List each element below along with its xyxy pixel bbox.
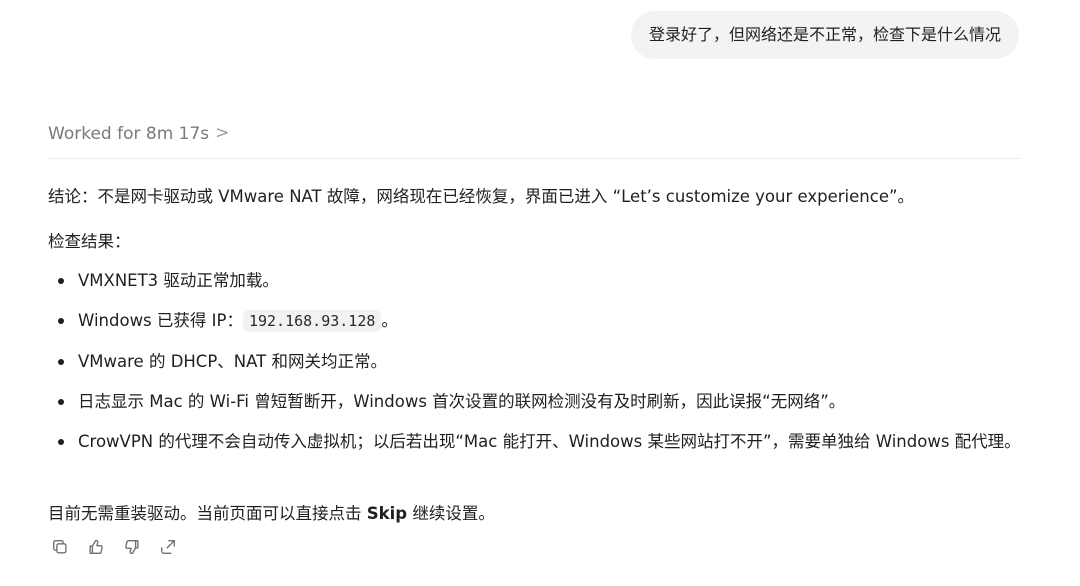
worked-duration-label: Worked for 8m 17s: [48, 124, 210, 144]
copy-icon: [53, 540, 67, 554]
bullet-dot: [58, 318, 64, 324]
conclusion-text: 结论：不是网卡驱动或 VMware NAT 故障，网络现在已经恢复，界面已进入 …: [48, 187, 915, 206]
final-note: 目前无需重装驱动。当前页面可以直接点击 Skip 继续设置。: [48, 500, 495, 524]
list-item-text-suffix: 。: [381, 311, 398, 330]
list-item: VMXNET3 驱动正常加载。: [48, 266, 1028, 295]
bullet-dot: [58, 439, 64, 445]
thumbs-down-button[interactable]: [120, 536, 144, 558]
worked-duration-toggle[interactable]: Worked for 8m 17s >: [48, 123, 1020, 159]
ip-address-code: 192.168.93.128: [242, 310, 382, 332]
bullet-dot: [58, 399, 64, 405]
bullet-dot: [58, 278, 64, 284]
final-note-suffix: 继续设置。: [407, 504, 495, 523]
list-item: Windows 已获得 IP： 192.168.93.128。: [48, 306, 1028, 336]
thumbs-up-icon: [89, 539, 103, 554]
final-note-prefix: 目前无需重装驱动。当前页面可以直接点击: [48, 504, 367, 523]
list-item: 日志显示 Mac 的 Wi-Fi 曾短暂断开，Windows 首次设置的联网检测…: [48, 387, 1028, 416]
list-item-text: VMXNET3 驱动正常加载。: [78, 271, 279, 290]
results-heading: 检查结果：: [48, 232, 131, 251]
share-button[interactable]: [156, 536, 180, 558]
thumbs-down-icon: [125, 540, 139, 555]
chevron-right-icon: >: [215, 123, 230, 143]
list-item-text: Windows 已获得 IP：: [78, 311, 243, 330]
results-list: VMXNET3 驱动正常加载。 Windows 已获得 IP： 192.168.9…: [48, 266, 1028, 467]
user-message-bubble: 登录好了，但网络还是不正常，检查下是什么情况: [630, 11, 1019, 59]
copy-button[interactable]: [48, 536, 72, 558]
thumbs-up-button[interactable]: [84, 536, 108, 558]
bullet-dot: [58, 359, 64, 365]
skip-keyword: Skip: [366, 504, 408, 523]
share-icon: [161, 540, 175, 554]
message-actions: [48, 536, 180, 558]
list-item-text: CrowVPN 的代理不会自动传入虚拟机；以后若出现“Mac 能打开、Windo…: [78, 432, 1021, 451]
list-item: CrowVPN 的代理不会自动传入虚拟机；以后若出现“Mac 能打开、Windo…: [48, 427, 1028, 456]
list-item-text: 日志显示 Mac 的 Wi-Fi 曾短暂断开，Windows 首次设置的联网检测…: [78, 392, 846, 411]
list-item-text: VMware 的 DHCP、NAT 和网关均正常。: [78, 352, 387, 371]
list-item: VMware 的 DHCP、NAT 和网关均正常。: [48, 347, 1028, 376]
